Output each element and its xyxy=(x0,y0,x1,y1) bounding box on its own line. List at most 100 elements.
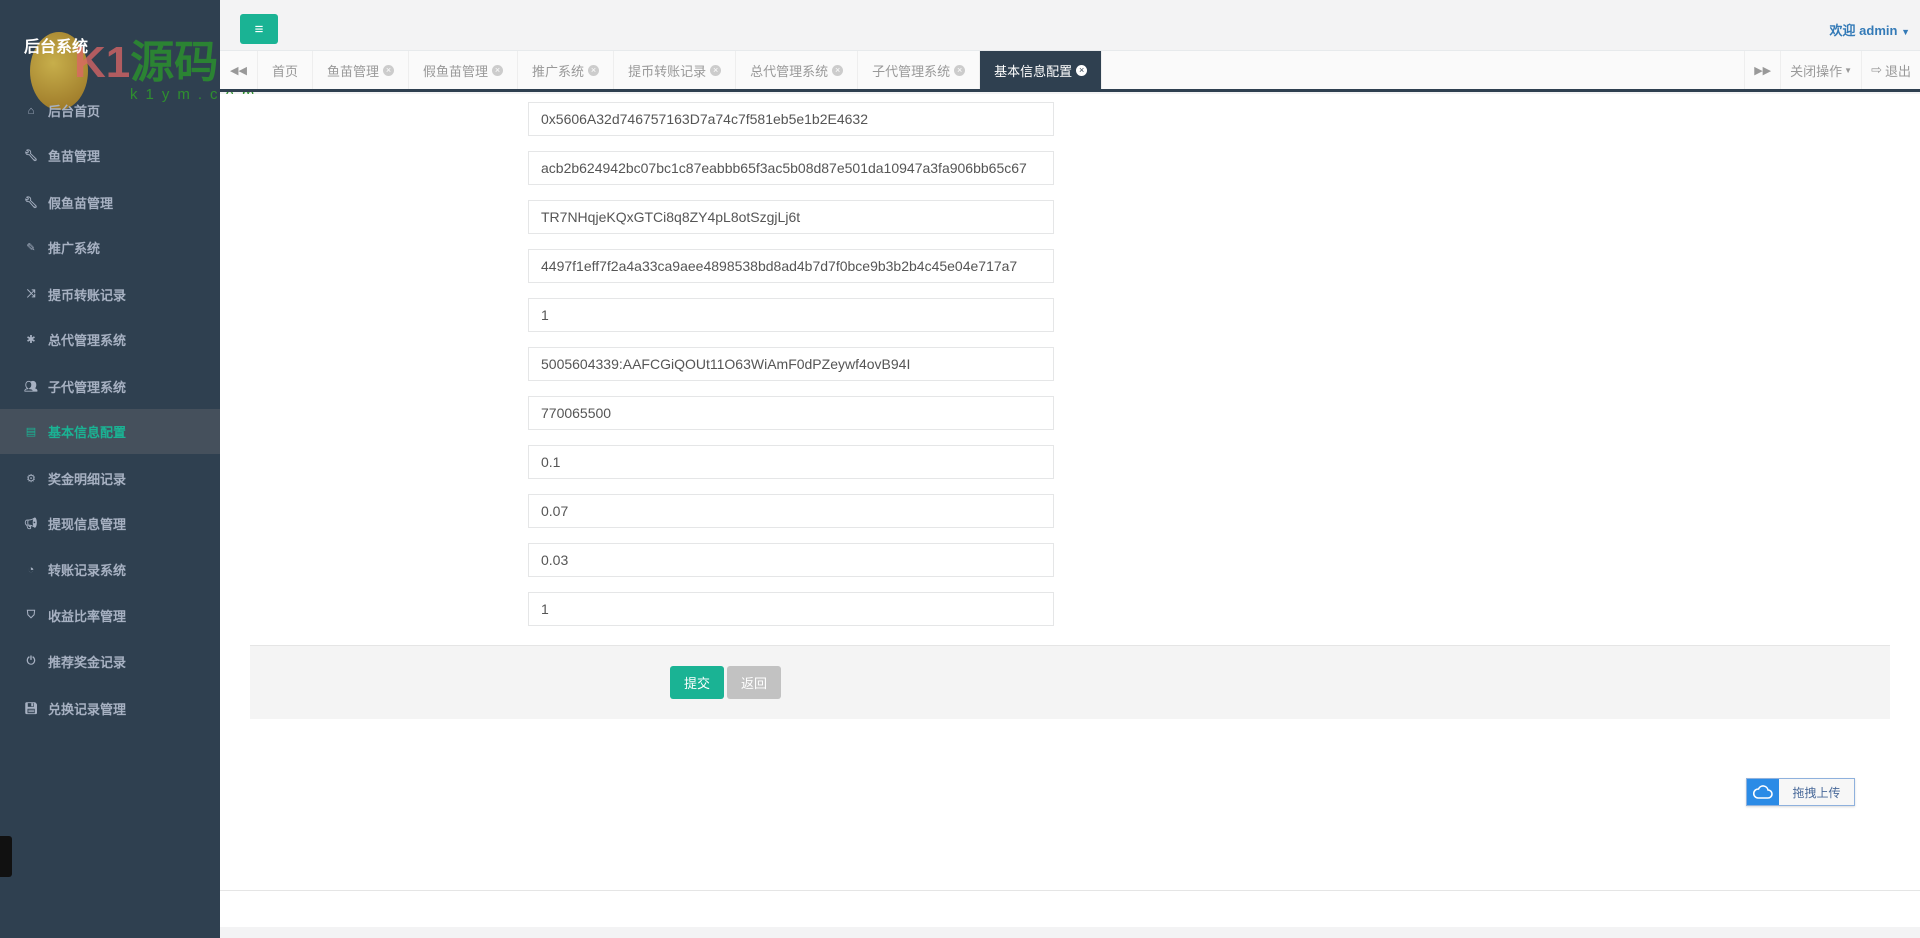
form-row: 第一代比率0.1 xyxy=(220,445,1320,479)
field-input[interactable]: 0x5606A32d746757163D7a74c7f581eb5e1b2E46… xyxy=(528,102,1054,136)
sidebar-item[interactable]: 📢︎ 提现信息管理 xyxy=(0,501,220,546)
drag-upload-button[interactable]: 拖拽上传 xyxy=(1746,778,1855,806)
close-tab-icon[interactable]: × xyxy=(710,64,722,76)
field-value: 0.1 xyxy=(541,454,561,470)
dashboard-icon: ◔ xyxy=(27,563,35,576)
sidebar-item-label: 推荐奖金记录 xyxy=(48,655,127,670)
user-menu[interactable]: 欢迎 admin ▼ xyxy=(1830,20,1910,39)
sidebar-item[interactable]: ⚙ 奖金明细记录 xyxy=(0,456,220,501)
tabs-scroll-left-button[interactable]: ◀◀ xyxy=(220,51,258,89)
floating-widget[interactable] xyxy=(0,836,12,877)
sidebar-item[interactable]: 🔧︎ 鱼苗管理 xyxy=(0,133,220,178)
field-value: 0x5606A32d746757163D7a74c7f581eb5e1b2E46… xyxy=(541,111,868,127)
field-value: 4497f1eff7f2a4a33ca9aee4898538bd8ad4b7d7… xyxy=(541,258,1018,274)
sidebar-item[interactable]: ⏻ 推荐奖金记录 xyxy=(0,639,220,684)
submit-button[interactable]: 提交 xyxy=(670,666,724,699)
sidebar-item[interactable]: ◔ 转账记录系统 xyxy=(0,547,220,592)
close-operations-dropdown[interactable]: 关闭操作 ▼ xyxy=(1780,51,1861,89)
tab[interactable]: 总代管理系统 × xyxy=(736,51,859,89)
shield-icon: ⛉ xyxy=(26,609,36,621)
file-text-icon: ▤ xyxy=(25,426,37,438)
tabs-scroll-right-button[interactable]: ▶▶ xyxy=(1744,51,1780,89)
close-tab-icon[interactable]: × xyxy=(588,64,600,76)
sidebar-item-label: 收益比率管理 xyxy=(48,609,127,624)
tab[interactable]: 假鱼苗管理 × xyxy=(409,51,519,89)
sidebar-item[interactable]: ✱ 总代管理系统 xyxy=(0,317,220,362)
wrench-icon: 🔧︎ xyxy=(24,150,38,162)
form-row: telegram机器人token5005604339:AAFCGiQOUt11O… xyxy=(220,347,1320,381)
field-input[interactable]: acb2b624942bc07bc1c87eabbb65f3ac5b08d87e… xyxy=(528,151,1054,185)
tab-label: 总代管理系统 xyxy=(750,63,829,79)
field-input[interactable]: 1 xyxy=(528,592,1054,626)
field-value: acb2b624942bc07bc1c87eabbb65f3ac5b08d87e… xyxy=(541,160,1027,176)
tab-label: 鱼苗管理 xyxy=(327,63,380,79)
close-tab-icon[interactable]: × xyxy=(383,64,395,76)
caret-down-icon: ▼ xyxy=(1844,65,1853,75)
tab[interactable]: 提币转账记录 × xyxy=(614,51,737,89)
field-input[interactable]: TR7NHqjeKQxGTCi8q8ZY4pL8otSzgjLj6t xyxy=(528,200,1054,234)
hamburger-icon: ≡ xyxy=(254,20,264,38)
back-button[interactable]: 返回 xyxy=(727,666,781,699)
field-input[interactable]: 5005604339:AAFCGiQOUt11O63WiAmF0dPZeywf4… xyxy=(528,347,1054,381)
form-row: 第三代比率0.03 xyxy=(220,543,1320,577)
field-value: 0.07 xyxy=(541,503,569,519)
form-row: 分配时间(小时)1 xyxy=(220,298,1320,332)
edit-icon: ✎ xyxy=(26,242,36,254)
divider xyxy=(220,890,1920,891)
sidebar-item[interactable]: 🔧︎ 假鱼苗管理 xyxy=(0,180,220,225)
tab[interactable]: 鱼苗管理 × xyxy=(313,51,410,89)
sidebar-item-label: 转账记录系统 xyxy=(48,563,127,578)
tab[interactable]: 基本信息配置 × xyxy=(980,51,1103,89)
field-value: 1 xyxy=(541,307,549,323)
field-value: 770065500 xyxy=(541,405,612,421)
logout-button[interactable]: ⇨ 退出 xyxy=(1861,51,1920,89)
upload-label: 拖拽上传 xyxy=(1779,779,1854,805)
sidebar-item-label: 鱼苗管理 xyxy=(48,149,101,164)
form-row: 第二代比率0.07 xyxy=(220,494,1320,528)
sidebar-item-label: 兑换记录管理 xyxy=(48,702,127,717)
field-input[interactable]: 0.07 xyxy=(528,494,1054,528)
field-input[interactable]: 4497f1eff7f2a4a33ca9aee4898538bd8ad4b7d7… xyxy=(528,249,1054,283)
close-tab-icon[interactable]: × xyxy=(1076,64,1088,76)
sidebar-item[interactable]: 👥︎ 子代管理系统 xyxy=(0,364,220,409)
close-tab-icon[interactable]: × xyxy=(832,64,844,76)
config-form-panel: ERC地址0x5606A32d746757163D7a74c7f581eb5e1… xyxy=(220,94,1920,927)
sidebar-item-label: 基本信息配置 xyxy=(48,425,127,440)
users-icon: 👥︎ xyxy=(24,381,38,393)
forward-icon: ▶▶ xyxy=(1754,64,1772,77)
field-value: TR7NHqjeKQxGTCi8q8ZY4pL8otSzgjLj6t xyxy=(541,209,801,225)
wrench-icon: 🔧︎ xyxy=(24,197,38,209)
tab-label: 子代管理系统 xyxy=(872,63,951,79)
sign-out-icon: ⇨ xyxy=(1871,62,1882,77)
field-input[interactable]: 1 xyxy=(528,298,1054,332)
tab[interactable]: 首页 xyxy=(258,51,314,89)
field-value: 0.03 xyxy=(541,552,569,568)
form-row: ERC地址0x5606A32d746757163D7a74c7f581eb5e1… xyxy=(220,102,1320,136)
power-icon: ⏻ xyxy=(26,655,36,667)
field-input[interactable]: 0.1 xyxy=(528,445,1054,479)
sidebar-item[interactable]: ⤨ 提币转账记录 xyxy=(0,272,220,317)
field-input[interactable]: 770065500 xyxy=(528,396,1054,430)
sidebar-item-label: 推广系统 xyxy=(48,241,101,256)
close-tab-icon[interactable]: × xyxy=(492,64,504,76)
app-title: 后台系统 xyxy=(24,39,89,56)
field-input[interactable]: 0.03 xyxy=(528,543,1054,577)
close-tab-icon[interactable]: × xyxy=(954,64,966,76)
home-icon: ⌂ xyxy=(27,104,35,117)
tab-label: 基本信息配置 xyxy=(994,63,1073,79)
sidebar-item[interactable]: 💾︎ 兑换记录管理 xyxy=(0,686,220,731)
menu-toggle-button[interactable]: ≡ xyxy=(240,14,278,44)
sidebar-item[interactable]: ⛉ 收益比率管理 xyxy=(0,593,220,638)
sidebar-item[interactable]: ⌂ 后台首页 xyxy=(0,88,220,133)
sidebar: K1源码 k1ym.com 后台系统 ⌂ 后台首页 🔧︎ 鱼苗管理 🔧︎ 假鱼苗管理 ✎ 推广… xyxy=(0,0,254,938)
shuffle-icon: ⤨ xyxy=(26,288,36,300)
sidebar-item[interactable]: ✎ 推广系统 xyxy=(0,225,220,270)
asterisk-icon: ✱ xyxy=(26,334,36,346)
tab[interactable]: 推广系统 × xyxy=(518,51,615,89)
tab[interactable]: 子代管理系统 × xyxy=(858,51,981,89)
top-header: ≡ 欢迎 admin ▼ xyxy=(220,0,1920,51)
sidebar-item[interactable]: ▤ 基本信息配置 xyxy=(0,409,220,454)
caret-down-icon: ▼ xyxy=(1901,27,1910,37)
save-icon: 💾︎ xyxy=(24,703,38,715)
sidebar-item-label: 奖金明细记录 xyxy=(48,472,127,487)
